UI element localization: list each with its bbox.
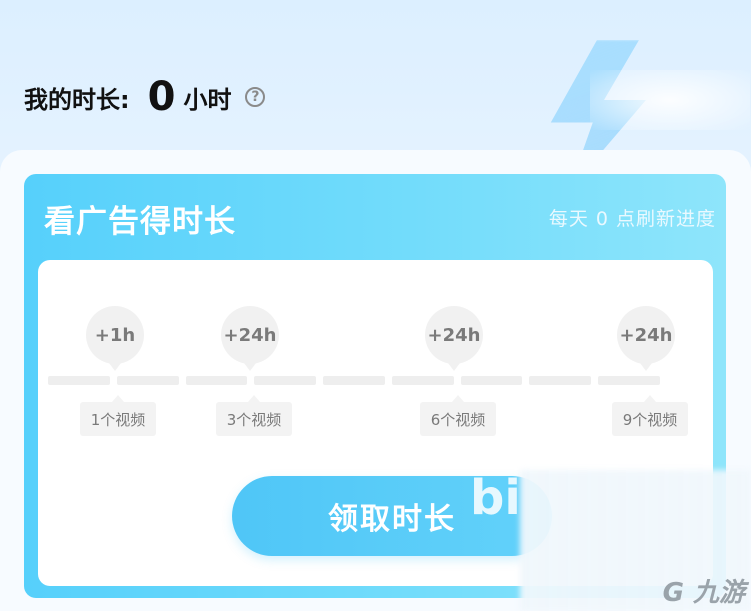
reward-bubble: +1h [86, 306, 144, 371]
reward-bubble: +24h [617, 306, 675, 371]
progress-segment [598, 376, 661, 385]
progress-track [48, 376, 661, 385]
milestone-requirement-3: 6个视频 [420, 395, 496, 436]
glow-decoration [590, 70, 750, 130]
progress-segment [185, 376, 248, 385]
milestone-reward-4: +24h [617, 306, 675, 371]
progress-segment [391, 376, 454, 385]
progress-segment [116, 376, 179, 385]
header: 我的时长: 0 小时 ? [0, 0, 751, 190]
site-watermark-logo-icon: G [662, 578, 684, 608]
refresh-note: 每天 0 点刷新进度 [548, 208, 716, 230]
my-hours-unit: 小时 [183, 85, 232, 114]
milestone-reward-3: +24h [425, 306, 483, 371]
my-hours-label: 我的时长: [24, 85, 130, 114]
milestone-requirement-1: 1个视频 [80, 395, 156, 436]
milestone-requirement-2: 3个视频 [216, 395, 292, 436]
reward-bubble: +24h [221, 306, 279, 371]
progress-segment [254, 376, 317, 385]
milestone-reward-1: +1h [86, 306, 144, 371]
progress-segment [323, 376, 385, 385]
site-watermark-text: 九游 [692, 578, 745, 608]
progress-segment [460, 376, 523, 385]
bilibili-watermark: bi [470, 470, 521, 526]
reward-bubble: +24h [425, 306, 483, 371]
my-hours: 我的时长: 0 小时 ? [24, 72, 266, 122]
my-hours-value: 0 [147, 74, 176, 120]
progress-segment [529, 376, 592, 385]
milestone-requirement-4: 9个视频 [612, 395, 688, 436]
card-title: 看广告得时长 [44, 204, 236, 240]
milestone-reward-2: +24h [221, 306, 279, 371]
progress-segment [48, 376, 110, 385]
help-icon[interactable]: ? [245, 87, 266, 107]
site-watermark: G 九游 [663, 572, 745, 609]
